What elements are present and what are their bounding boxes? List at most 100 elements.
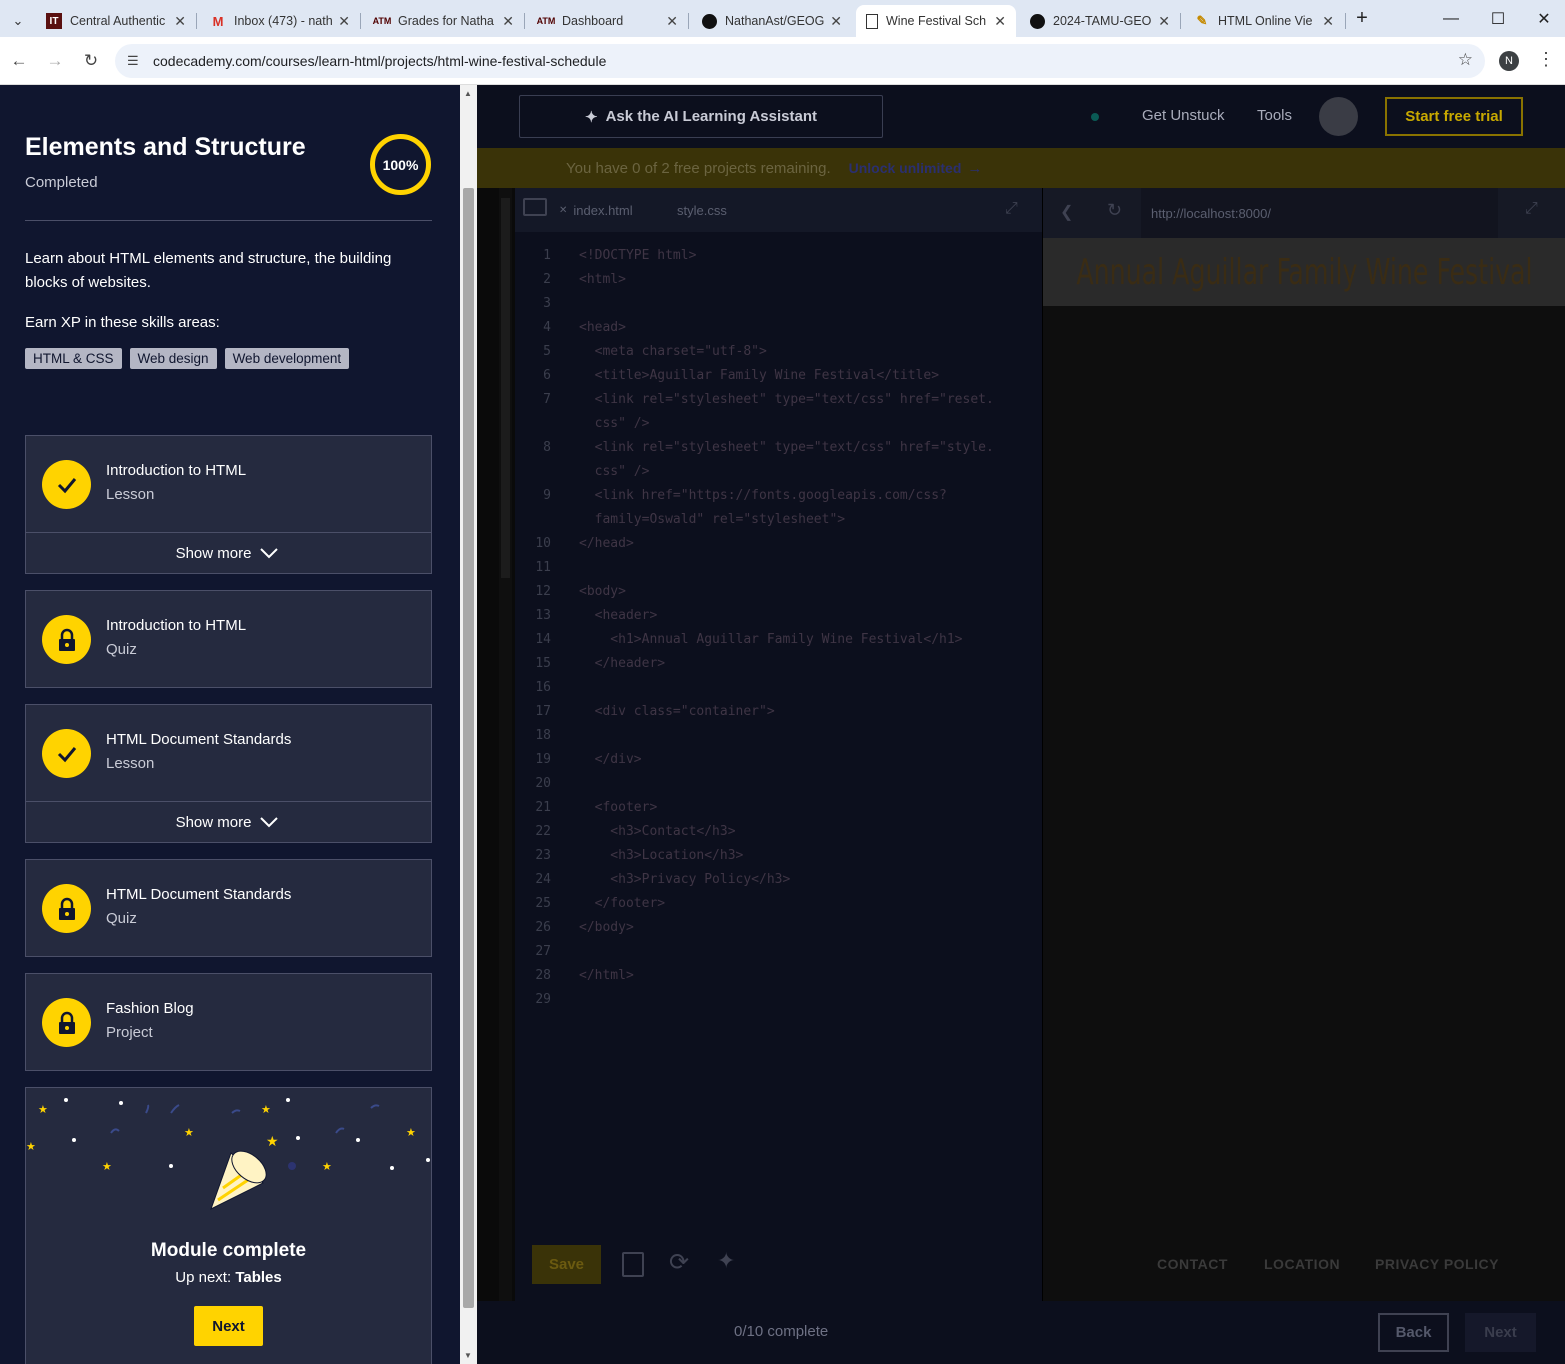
code-text[interactable]: <h1>Annual Aguillar Family Wine Festival…	[579, 632, 962, 647]
code-text[interactable]: <h3>Contact</h3>	[579, 824, 735, 839]
code-line[interactable]: 9 <link href="https://fonts.googleapis.c…	[515, 488, 1042, 512]
browser-tab[interactable]: 2024-TAMU-GEO ✕	[1020, 5, 1180, 37]
content-item-card[interactable]: Fashion Blog Project	[25, 973, 432, 1071]
url-text[interactable]: codecademy.com/courses/learn-html/projec…	[153, 53, 606, 69]
code-line[interactable]: 25 </footer>	[515, 896, 1042, 920]
window-close-icon[interactable]: ✕	[1521, 0, 1565, 37]
code-text[interactable]: css" />	[579, 464, 650, 479]
new-tab-plus-icon[interactable]: +	[1340, 0, 1384, 37]
forward-arrow-icon[interactable]: →	[43, 49, 67, 73]
code-line[interactable]: css" />	[515, 416, 1042, 440]
browser-tab[interactable]: ATM Grades for Natha ✕	[364, 5, 524, 37]
magic-wand-icon[interactable]: ✦	[717, 1248, 735, 1274]
content-item-card[interactable]: Introduction to HTML Quiz	[25, 590, 432, 688]
browser-tab[interactable]: NathanAst/GEOG ✕	[692, 5, 852, 37]
code-text[interactable]: </div>	[579, 752, 642, 767]
code-text[interactable]: <div class="container">	[579, 704, 775, 719]
item-title[interactable]: HTML Document Standards	[106, 731, 291, 748]
sidebar-scrollbar[interactable]: ▲ ▼	[460, 85, 477, 1364]
content-item-card[interactable]: Introduction to HTML Lesson Show more	[25, 435, 432, 574]
code-line[interactable]: 23 <h3>Location</h3>	[515, 848, 1042, 872]
tab-search-button[interactable]: ⌄	[0, 5, 36, 37]
code-text[interactable]: </header>	[579, 656, 665, 671]
code-editor[interactable]: ✕ index.html style.css ⤢ 1 <!DOCTYPE html>…	[515, 188, 1042, 1301]
tools-link[interactable]: Tools	[1257, 107, 1292, 124]
module-next-button[interactable]: Next	[194, 1306, 263, 1346]
clipboard-icon[interactable]	[622, 1252, 644, 1277]
unlock-unlimited-link[interactable]: Unlock unlimited	[849, 160, 962, 176]
code-line[interactable]: 8 <link rel="stylesheet" type="text/css"…	[515, 440, 1042, 464]
code-text[interactable]: </html>	[579, 968, 634, 983]
url-omnibox[interactable]: ☰ codecademy.com/courses/learn-html/proj…	[115, 44, 1485, 78]
code-line[interactable]: 19 </div>	[515, 752, 1042, 776]
show-more-button[interactable]: Show more	[26, 801, 431, 842]
code-line[interactable]: 20	[515, 776, 1042, 800]
code-text[interactable]: <header>	[579, 608, 658, 623]
code-text[interactable]: css" />	[579, 416, 650, 431]
item-title[interactable]: Introduction to HTML	[106, 462, 246, 479]
item-title[interactable]: Fashion Blog	[106, 1000, 194, 1017]
code-line[interactable]: 11	[515, 560, 1042, 584]
minimize-icon[interactable]: —	[1428, 0, 1474, 37]
chevron-left-icon[interactable]: ❮	[1060, 202, 1073, 222]
code-line[interactable]: 15 </header>	[515, 656, 1042, 680]
code-line[interactable]: 14 <h1>Annual Aguillar Family Wine Festi…	[515, 632, 1042, 656]
site-info-icon[interactable]: ☰	[127, 53, 139, 69]
item-title[interactable]: Introduction to HTML	[106, 617, 246, 634]
code-line[interactable]: 26 </body>	[515, 920, 1042, 944]
browser-tab[interactable]: IT Central Authentic ✕	[36, 5, 196, 37]
code-text[interactable]: <link rel="stylesheet" type="text/css" h…	[579, 392, 994, 407]
code-text[interactable]: <footer>	[579, 800, 658, 815]
reload-icon[interactable]: ↻	[1107, 200, 1122, 221]
code-text[interactable]: <body>	[579, 584, 626, 599]
code-text[interactable]: <!DOCTYPE html>	[579, 248, 696, 263]
code-text[interactable]: </footer>	[579, 896, 665, 911]
code-line[interactable]: 2 <html>	[515, 272, 1042, 296]
code-text[interactable]: <link href="https://fonts.googleapis.com…	[579, 488, 947, 503]
folder-icon[interactable]	[523, 198, 547, 216]
preview-url[interactable]: http://localhost:8000/	[1141, 188, 1498, 238]
save-button[interactable]: Save	[532, 1245, 601, 1284]
code-text[interactable]: <title>Aguillar Family Wine Festival</ti…	[579, 368, 939, 383]
get-unstuck-link[interactable]: Get Unstuck	[1142, 107, 1225, 124]
code-text[interactable]: <meta charset="utf-8">	[579, 344, 767, 359]
close-icon[interactable]: ✕	[994, 13, 1006, 30]
code-line[interactable]: 4 <head>	[515, 320, 1042, 344]
code-line[interactable]: 3	[515, 296, 1042, 320]
browser-tab-active[interactable]: Wine Festival Sch ✕	[856, 5, 1016, 37]
code-line[interactable]: 18	[515, 728, 1042, 752]
expand-icon[interactable]: ⤢	[1525, 200, 1538, 218]
code-line[interactable]: 16	[515, 680, 1042, 704]
bookmark-star-icon[interactable]: ☆	[1458, 50, 1473, 70]
tab-style-css[interactable]: style.css	[677, 188, 727, 232]
code-text[interactable]: <h3>Privacy Policy</h3>	[579, 872, 790, 887]
code-lines[interactable]: 1 <!DOCTYPE html> 2 <html> 3 4 <head> 5 <meta c…	[515, 248, 1042, 1048]
close-icon[interactable]: ✕	[1322, 13, 1334, 30]
code-text[interactable]: <head>	[579, 320, 626, 335]
code-line[interactable]: 22 <h3>Contact</h3>	[515, 824, 1042, 848]
scroll-up-arrow-icon[interactable]: ▲	[464, 89, 472, 98]
start-trial-button[interactable]: Start free trial	[1385, 97, 1523, 136]
code-line[interactable]: 21 <footer>	[515, 800, 1042, 824]
code-line[interactable]: family=Oswald" rel="stylesheet">	[515, 512, 1042, 536]
close-icon[interactable]: ✕	[559, 205, 567, 216]
close-icon[interactable]: ✕	[1158, 13, 1170, 30]
code-line[interactable]: 29	[515, 992, 1042, 1016]
close-icon[interactable]: ✕	[338, 13, 350, 30]
code-text[interactable]: <link rel="stylesheet" type="text/css" h…	[579, 440, 994, 455]
code-line[interactable]: 7 <link rel="stylesheet" type="text/css"…	[515, 392, 1042, 416]
scroll-down-arrow-icon[interactable]: ▼	[464, 1351, 472, 1360]
close-icon[interactable]: ✕	[174, 13, 186, 30]
code-line[interactable]: 17 <div class="container">	[515, 704, 1042, 728]
code-line[interactable]: 10 </head>	[515, 536, 1042, 560]
browser-tab[interactable]: ATM Dashboard ✕	[528, 5, 688, 37]
code-line[interactable]: 28 </html>	[515, 968, 1042, 992]
code-line[interactable]: 5 <meta charset="utf-8">	[515, 344, 1042, 368]
code-text[interactable]: </body>	[579, 920, 634, 935]
code-line[interactable]: 24 <h3>Privacy Policy</h3>	[515, 872, 1042, 896]
code-line[interactable]: 1 <!DOCTYPE html>	[515, 248, 1042, 272]
close-icon[interactable]: ✕	[666, 13, 678, 30]
maximize-icon[interactable]: ☐	[1475, 0, 1521, 37]
expand-icon[interactable]: ⤢	[1005, 200, 1018, 218]
code-text[interactable]: family=Oswald" rel="stylesheet">	[579, 512, 845, 527]
